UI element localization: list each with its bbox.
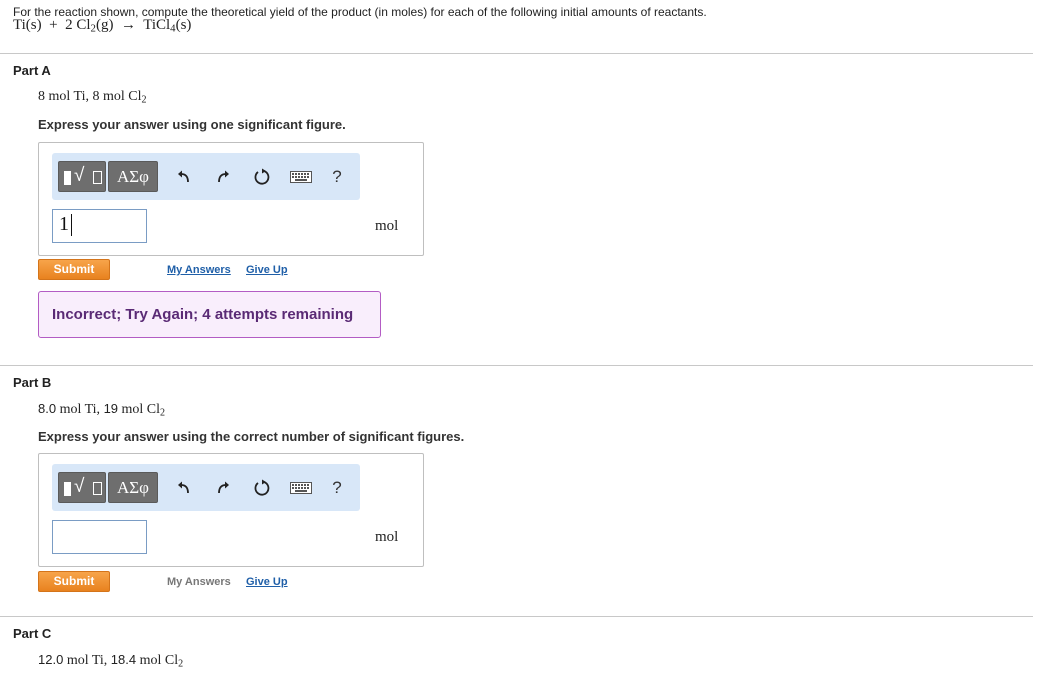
part-c-given: 12.0 mol Ti, 18.4 mol Cl2 bbox=[38, 652, 184, 670]
templates-icon[interactable]: √ bbox=[58, 472, 106, 503]
plus-sign: + bbox=[49, 17, 58, 33]
divider bbox=[0, 53, 1033, 54]
divider bbox=[0, 365, 1033, 366]
part-b-unit: mol bbox=[375, 529, 399, 545]
reactant-ti: Ti(s) bbox=[13, 17, 42, 33]
redo-icon[interactable] bbox=[212, 477, 234, 499]
part-a-given: 8 mol Ti, 8 mol Cl2 bbox=[38, 89, 147, 106]
part-b-answer-box: √ ΑΣφ ? mol bbox=[38, 453, 424, 567]
reaction-arrow: → bbox=[120, 17, 136, 33]
undo-icon[interactable] bbox=[173, 166, 195, 188]
part-a-my-answers-link[interactable]: My Answers bbox=[167, 264, 231, 276]
part-a-give-up-link[interactable]: Give Up bbox=[246, 264, 288, 276]
part-b-give-up-link[interactable]: Give Up bbox=[246, 576, 288, 588]
part-b-my-answers-link: My Answers bbox=[167, 576, 231, 588]
keyboard-icon[interactable] bbox=[288, 477, 314, 499]
coefficient: 2 bbox=[65, 17, 73, 33]
greek-letters-icon[interactable]: ΑΣφ bbox=[108, 472, 158, 503]
redo-icon[interactable] bbox=[212, 166, 234, 188]
part-a-answer-box: √ ΑΣφ ? 1 mol bbox=[38, 142, 424, 256]
part-a-instruction: Express your answer using one significan… bbox=[38, 117, 346, 132]
part-b-answer-input[interactable] bbox=[52, 520, 147, 554]
part-b-submit-button[interactable]: Submit bbox=[38, 571, 110, 592]
math-toolbar: √ ΑΣφ ? bbox=[52, 153, 360, 200]
reaction-equation: Ti(s) + 2 Cl2(g) → TiCl4(s) bbox=[13, 17, 191, 35]
part-b-title: Part B bbox=[13, 375, 52, 390]
part-a-submit-button[interactable]: Submit bbox=[38, 259, 110, 280]
part-a-answer-input[interactable]: 1 bbox=[52, 209, 147, 243]
part-b-given: 8.0 mol Ti, 19 mol Cl2 bbox=[38, 401, 166, 419]
divider bbox=[0, 616, 1033, 617]
part-a-title: Part A bbox=[13, 63, 51, 78]
product-ticl4: TiCl4(s) bbox=[143, 17, 192, 35]
help-icon[interactable]: ? bbox=[326, 166, 348, 188]
part-c-title: Part C bbox=[13, 626, 52, 641]
greek-letters-icon[interactable]: ΑΣφ bbox=[108, 161, 158, 192]
keyboard-icon[interactable] bbox=[288, 166, 314, 188]
part-b-instruction: Express your answer using the correct nu… bbox=[38, 429, 465, 444]
help-icon[interactable]: ? bbox=[326, 477, 348, 499]
reset-icon[interactable] bbox=[251, 166, 273, 188]
reactant-cl2: Cl2(g) bbox=[76, 17, 114, 35]
math-toolbar: √ ΑΣφ ? bbox=[52, 464, 360, 511]
part-a-feedback: Incorrect; Try Again; 4 attempts remaini… bbox=[38, 291, 381, 338]
reset-icon[interactable] bbox=[251, 477, 273, 499]
templates-icon[interactable]: √ bbox=[58, 161, 106, 192]
part-a-unit: mol bbox=[375, 218, 399, 234]
undo-icon[interactable] bbox=[173, 477, 195, 499]
